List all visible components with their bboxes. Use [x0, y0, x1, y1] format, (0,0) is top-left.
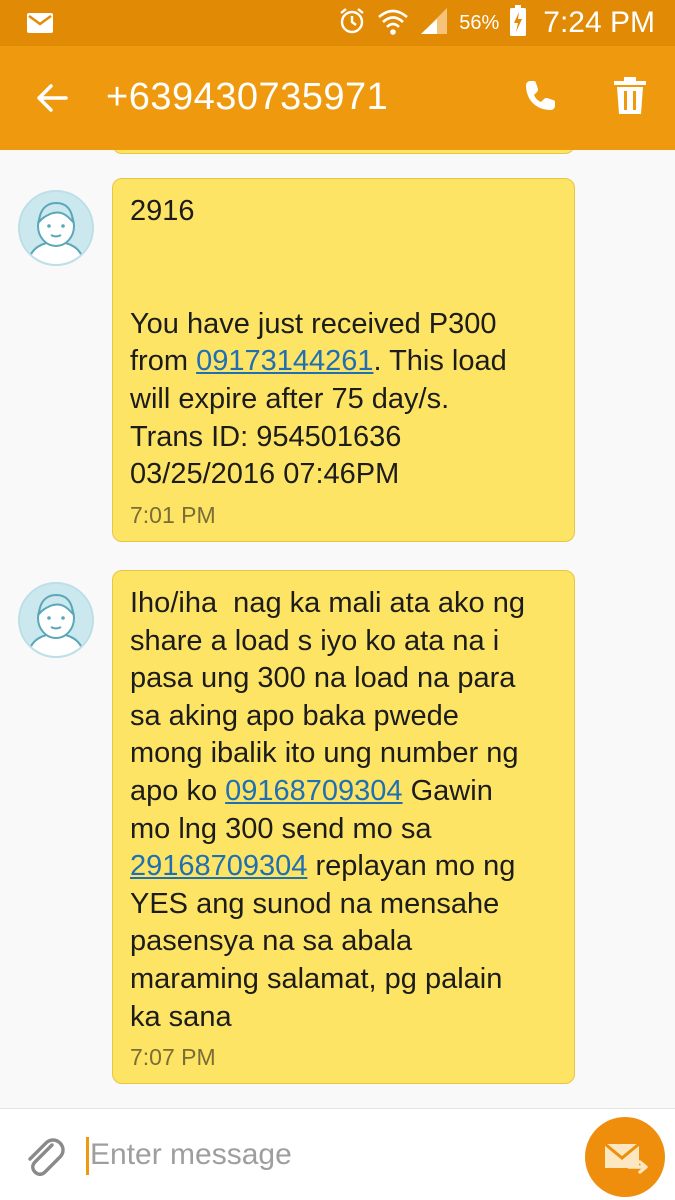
message-input[interactable] [90, 1133, 560, 1177]
back-arrow-icon[interactable] [34, 80, 70, 121]
battery-percent: 56% [459, 11, 500, 34]
message-notification-icon [26, 12, 54, 39]
phone-number-link[interactable]: 29168709304 [130, 850, 307, 882]
phone-call-icon[interactable] [520, 76, 560, 121]
conversation-header: +639430735971 [0, 46, 675, 150]
paperclip-icon[interactable] [22, 1133, 66, 1186]
trash-icon[interactable] [612, 76, 648, 121]
signal-icon [419, 7, 449, 40]
message-bubble[interactable]: 2916 You have just received P300 from 09… [112, 178, 575, 542]
message-timestamp: 7:07 PM [130, 1044, 216, 1071]
alarm-icon [337, 6, 367, 41]
status-time: 7:24 PM [543, 6, 655, 39]
send-message-icon [604, 1142, 648, 1174]
message-text: Iho/iha nag ka mali ata ako ng share a l… [130, 587, 525, 1033]
status-bar: 56% 7:24 PM [0, 0, 675, 46]
battery-charging-icon [509, 4, 527, 42]
avatar[interactable] [18, 582, 94, 658]
previous-message-bubble [112, 150, 575, 154]
message-bubble[interactable]: Iho/iha nag ka mali ata ako ng share a l… [112, 570, 575, 1085]
message-input-wrap [86, 1133, 566, 1177]
message-composer [0, 1108, 675, 1200]
message-thread[interactable]: 2916 You have just received P300 from 09… [0, 150, 675, 1108]
text-cursor [86, 1137, 89, 1175]
contact-number-title: +639430735971 [106, 76, 389, 118]
message-timestamp: 7:01 PM [130, 501, 216, 528]
phone-number-link[interactable]: 09173144261 [196, 345, 373, 377]
wifi-icon [377, 6, 409, 41]
send-button[interactable] [585, 1117, 665, 1197]
phone-number-link[interactable]: 09168709304 [225, 775, 402, 807]
avatar[interactable] [18, 190, 94, 266]
message-text: 2916 You have just received P300 from 09… [130, 195, 507, 491]
